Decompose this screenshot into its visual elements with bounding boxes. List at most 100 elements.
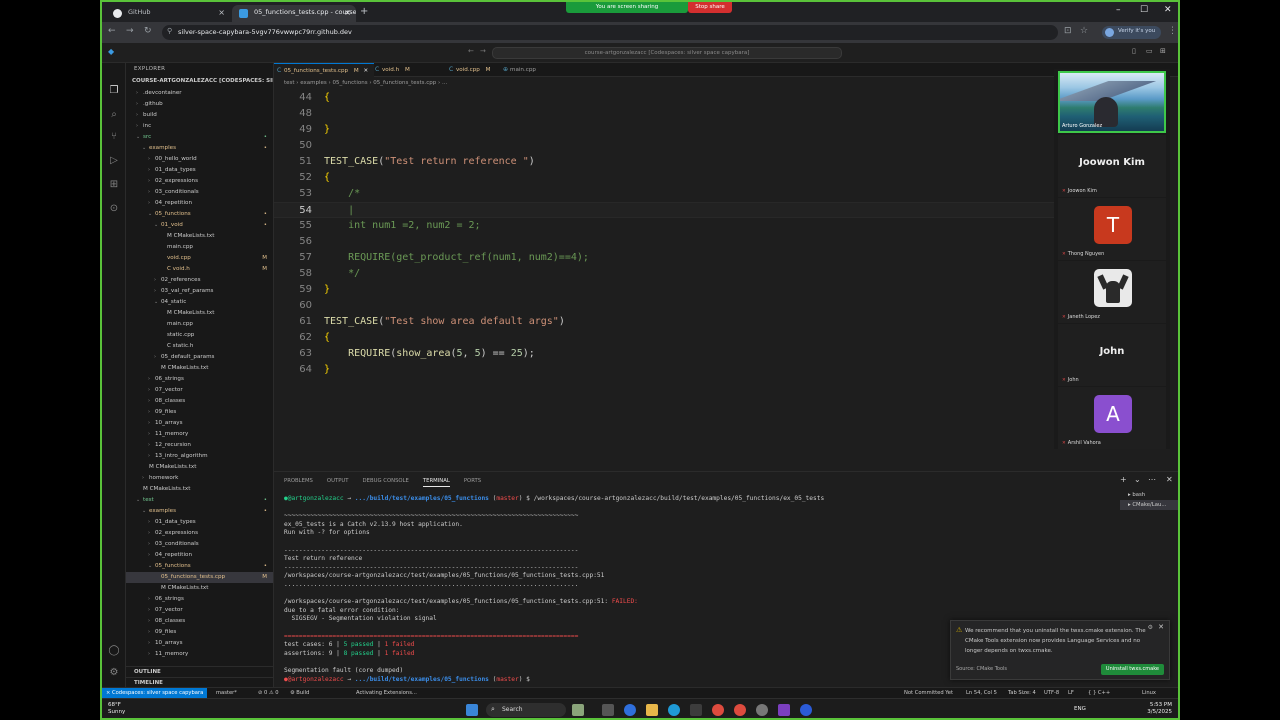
tree-item[interactable]: › .devcontainer [126, 88, 273, 99]
code-line[interactable]: 55 int num1 =2, num2 = 2; [274, 218, 1054, 234]
stop-share-button[interactable]: Stop share [688, 2, 732, 13]
tree-item[interactable]: › 11_memory [126, 429, 273, 440]
layout-icon[interactable]: ⊞ [1160, 47, 1166, 55]
terminal-instance[interactable]: ▸ bash [1120, 490, 1178, 500]
language-mode[interactable]: { } C++ [1088, 688, 1110, 698]
tree-item[interactable]: ⌄ test • [126, 495, 273, 506]
panel-tab[interactable]: TERMINAL [422, 478, 450, 487]
line-ending[interactable]: LF [1068, 688, 1074, 698]
timeline-section[interactable]: TIMELINE [126, 677, 273, 687]
tree-item[interactable]: ⌄ 01_void • [126, 220, 273, 231]
tree-item[interactable]: M CMakeLists.txt [126, 484, 273, 495]
outline-section[interactable]: OUTLINE [126, 666, 273, 677]
explorer-icon[interactable]: ❐ [108, 85, 120, 97]
language-indicator[interactable]: ENG [1074, 706, 1086, 712]
platform-indicator[interactable]: Linux [1142, 688, 1156, 698]
weather-widget[interactable]: 68°F Sunny [108, 702, 125, 716]
github-desktop-icon[interactable] [756, 704, 768, 716]
code-line[interactable]: 54 | [274, 202, 1054, 218]
widgets-icon[interactable] [572, 704, 584, 716]
browser-tab-vscode[interactable]: 05_functions_tests.cpp - course- × [232, 5, 356, 22]
tree-item[interactable]: › 04_repetition [126, 198, 273, 209]
tree-item[interactable]: M CMakeLists.txt [126, 363, 273, 374]
reload-icon[interactable]: ↻ [144, 26, 152, 36]
code-line[interactable]: 62 { [274, 330, 1054, 346]
panel-tab[interactable]: DEBUG CONSOLE [363, 478, 409, 486]
close-icon[interactable]: ✕ [1158, 623, 1164, 631]
participant-tile[interactable]: Janeth Lopez [1058, 261, 1166, 323]
tree-item[interactable]: › 04_repetition [126, 550, 273, 561]
editor-tab[interactable]: C 05_functions_tests.cpp M ✕ [274, 63, 375, 77]
cursor-position[interactable]: Ln 54, Col 5 [966, 688, 997, 698]
terminal-instance[interactable]: ▸ CMake/Lau... [1120, 500, 1178, 510]
code-line[interactable]: 48 [274, 106, 1054, 122]
participant-tile[interactable]: A Arshil Vahora [1058, 387, 1166, 449]
code-line[interactable]: 59} [274, 282, 1054, 298]
tree-item[interactable]: › 06_strings [126, 374, 273, 385]
tree-item[interactable]: › 07_vector [126, 385, 273, 396]
browser-tab-github[interactable]: GitHub × [106, 5, 230, 22]
tree-item[interactable]: › 03_conditionals [126, 539, 273, 550]
tree-item[interactable]: main.cpp [126, 242, 273, 253]
panel-tab[interactable]: OUTPUT [327, 478, 349, 486]
close-panel-icon[interactable]: ✕ [1166, 475, 1173, 484]
tree-item[interactable]: › 07_vector [126, 605, 273, 616]
new-terminal-icon[interactable]: + [1120, 475, 1127, 484]
accounts-icon[interactable]: ◯ [108, 645, 120, 657]
branch-indicator[interactable]: master* [216, 688, 237, 698]
tree-item[interactable]: › 13_intro_algorithm [126, 451, 273, 462]
code-line[interactable]: 53 /* [274, 186, 1054, 202]
remote-explorer-icon[interactable]: ⊙ [108, 203, 120, 215]
editor-tab[interactable]: ⊕ main.cpp [500, 63, 542, 77]
tree-item[interactable]: ⌄ examples • [126, 143, 273, 154]
tree-item[interactable]: M CMakeLists.txt [126, 231, 273, 242]
participant-tile[interactable]: T Thong Nguyen [1058, 198, 1166, 260]
back-icon[interactable]: ← [108, 26, 116, 36]
tree-item[interactable]: static.cpp [126, 330, 273, 341]
tree-item[interactable]: › 08_classes [126, 396, 273, 407]
tree-item[interactable]: › 03_conditionals [126, 187, 273, 198]
close-icon[interactable]: × [344, 8, 351, 17]
tree-item[interactable]: › 02_expressions [126, 176, 273, 187]
tree-item[interactable]: › 01_data_types [126, 517, 273, 528]
editor-tab[interactable]: Cvoid.cpp M [446, 63, 496, 77]
tree-item[interactable]: › homework [126, 473, 273, 484]
terminal-dropdown-icon[interactable]: ⌄ [1134, 475, 1141, 484]
tree-item[interactable]: M CMakeLists.txt [126, 462, 273, 473]
tree-item[interactable]: C void.h M [126, 264, 273, 275]
tree-item[interactable]: M CMakeLists.txt [126, 583, 273, 594]
bookmark-star-icon[interactable]: ☆ [1080, 26, 1088, 36]
code-editor[interactable]: 44 {48 49} 50 51 TEST_CASE("Test return refer… [274, 90, 1054, 470]
address-bar[interactable]: ⚲ silver-space-capybara-5vgv776vwwpc79rr… [162, 25, 1058, 40]
tree-item[interactable]: › .github [126, 99, 273, 110]
close-icon[interactable]: × [218, 8, 225, 17]
code-line[interactable]: 63 REQUIRE(show_area(5, 5) == 25); [274, 346, 1054, 362]
breadcrumb[interactable]: test › examples › 05_functions › 05_func… [274, 77, 1054, 89]
toggle-sidebar-icon[interactable]: ▯ [1132, 47, 1136, 55]
maximize-icon[interactable]: ☐ [1140, 5, 1148, 15]
tree-item[interactable]: › build [126, 110, 273, 121]
copilot-icon[interactable] [624, 704, 636, 716]
new-tab-button[interactable]: + [360, 6, 368, 17]
tree-item[interactable]: › 09_files [126, 627, 273, 638]
close-icon[interactable]: ✕ [362, 68, 368, 74]
uninstall-button[interactable]: Uninstall twxs.cmake [1100, 664, 1164, 675]
participant-tile[interactable]: Joowon Kim Joowon Kim [1058, 135, 1166, 197]
site-info-icon[interactable]: ⚲ [167, 27, 172, 35]
panel-more-icon[interactable]: ⋯ [1148, 475, 1156, 484]
toggle-panel-icon[interactable]: ▭ [1146, 47, 1153, 55]
chrome-menu-icon[interactable]: ⋮ [1168, 26, 1177, 36]
file-explorer-icon[interactable] [646, 704, 658, 716]
panel-tab[interactable]: PORTS [464, 478, 481, 486]
tree-item[interactable]: › 11_memory [126, 649, 273, 660]
tree-item[interactable]: › 02_expressions [126, 528, 273, 539]
editor-tab[interactable]: Cvoid.h M [372, 63, 416, 77]
encoding[interactable]: UTF-8 [1044, 688, 1059, 698]
git-blame-status[interactable]: Not Committed Yet [904, 688, 953, 698]
tab-size[interactable]: Tab Size: 4 [1008, 688, 1036, 698]
tree-item[interactable]: void.cpp M [126, 253, 273, 264]
forward-icon[interactable]: → [126, 26, 134, 36]
code-line[interactable]: 61 TEST_CASE("Test show area default args… [274, 314, 1054, 330]
tree-item[interactable]: › 01_data_types [126, 165, 273, 176]
notification-settings-icon[interactable]: ⚙ [1148, 624, 1153, 631]
